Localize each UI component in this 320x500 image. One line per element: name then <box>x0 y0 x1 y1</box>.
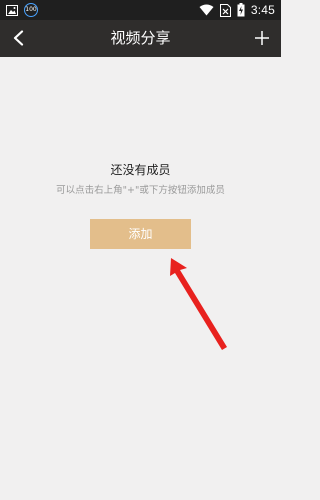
image-icon <box>6 4 18 16</box>
status-right: 3:45 <box>199 0 275 20</box>
add-member-icon-button[interactable] <box>249 25 275 51</box>
annotation-arrow-icon <box>170 258 227 350</box>
empty-state-title: 还没有成员 <box>110 163 171 177</box>
status-bar: 100 3:45 <box>0 0 281 20</box>
status-left: 100 <box>6 2 38 18</box>
badge-100-icon: 100 <box>24 3 38 17</box>
battery-charging-icon <box>237 3 245 17</box>
status-time: 3:45 <box>250 3 275 17</box>
wifi-icon <box>199 4 214 16</box>
screen: 100 3:45 视频分享 还没有成员 可以点击右上角"+"或下方按钮添加成员 … <box>0 0 281 500</box>
add-member-button[interactable]: 添加 <box>90 219 191 249</box>
app-bar: 视频分享 <box>0 20 281 57</box>
empty-state-hint: 可以点击右上角"+"或下方按钮添加成员 <box>56 185 225 196</box>
plus-icon <box>255 31 269 45</box>
sim-icon <box>219 3 231 17</box>
page-title: 视频分享 <box>110 29 171 47</box>
